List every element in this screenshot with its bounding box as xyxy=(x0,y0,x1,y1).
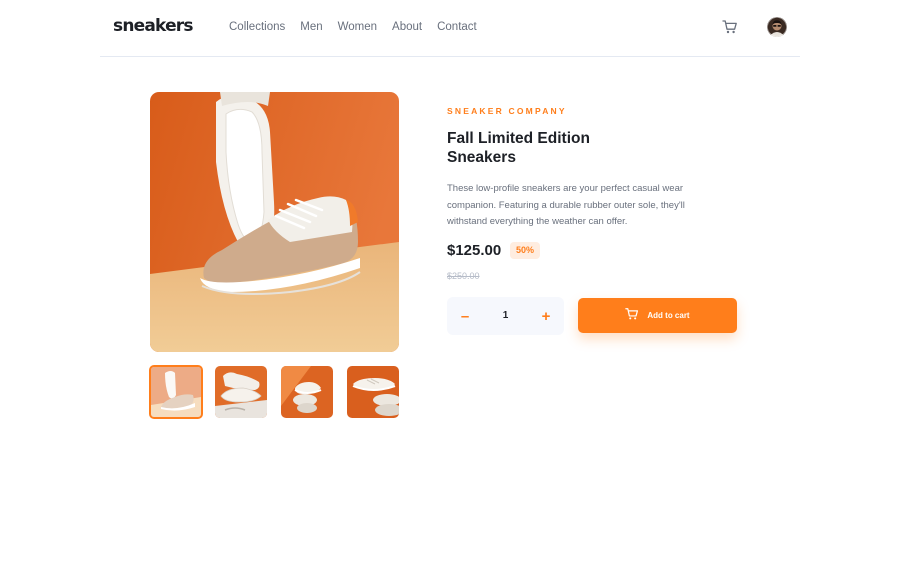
quantity-increase-button[interactable]: + xyxy=(528,297,564,335)
thumbnail-4[interactable] xyxy=(347,366,399,418)
thumbnail-2[interactable] xyxy=(215,366,267,418)
company-label: SNEAKER COMPANY xyxy=(447,106,567,116)
add-to-cart-label: Add to cart xyxy=(647,311,690,320)
nav-collections[interactable]: Collections xyxy=(229,21,285,33)
product-title: Fall Limited Edition Sneakers xyxy=(447,129,647,167)
logo[interactable]: sneakers xyxy=(113,16,194,36)
discount-badge: 50% xyxy=(510,242,541,259)
product-description: These low-profile sneakers are your perf… xyxy=(447,183,685,227)
quantity-value: 1 xyxy=(502,310,509,321)
thumbnail-strip xyxy=(149,365,399,419)
nav-about[interactable]: About xyxy=(392,21,422,33)
cart-icon[interactable] xyxy=(722,19,738,35)
thumbnail-3[interactable] xyxy=(281,366,333,418)
nav-women[interactable]: Women xyxy=(338,21,377,33)
main-nav: Collections Men Women About Contact xyxy=(229,21,492,33)
original-price: $250.00 xyxy=(447,271,480,281)
current-price: $125.00 xyxy=(447,242,502,259)
site-header: sneakers Collections Men Women About Con… xyxy=(100,0,800,57)
nav-men[interactable]: Men xyxy=(300,21,322,33)
thumbnail-1[interactable] xyxy=(149,365,203,419)
quantity-decrease-button[interactable]: – xyxy=(447,297,483,335)
cart-icon xyxy=(625,307,639,324)
quantity-stepper: – 1 + xyxy=(447,297,564,335)
nav-contact[interactable]: Contact xyxy=(437,21,477,33)
add-to-cart-button[interactable]: Add to cart xyxy=(578,298,737,333)
product-main-image[interactable] xyxy=(150,92,399,352)
avatar[interactable] xyxy=(767,17,787,37)
product-title-line-2: Sneakers xyxy=(447,149,516,166)
product-title-line-1: Fall Limited Edition xyxy=(447,130,590,147)
